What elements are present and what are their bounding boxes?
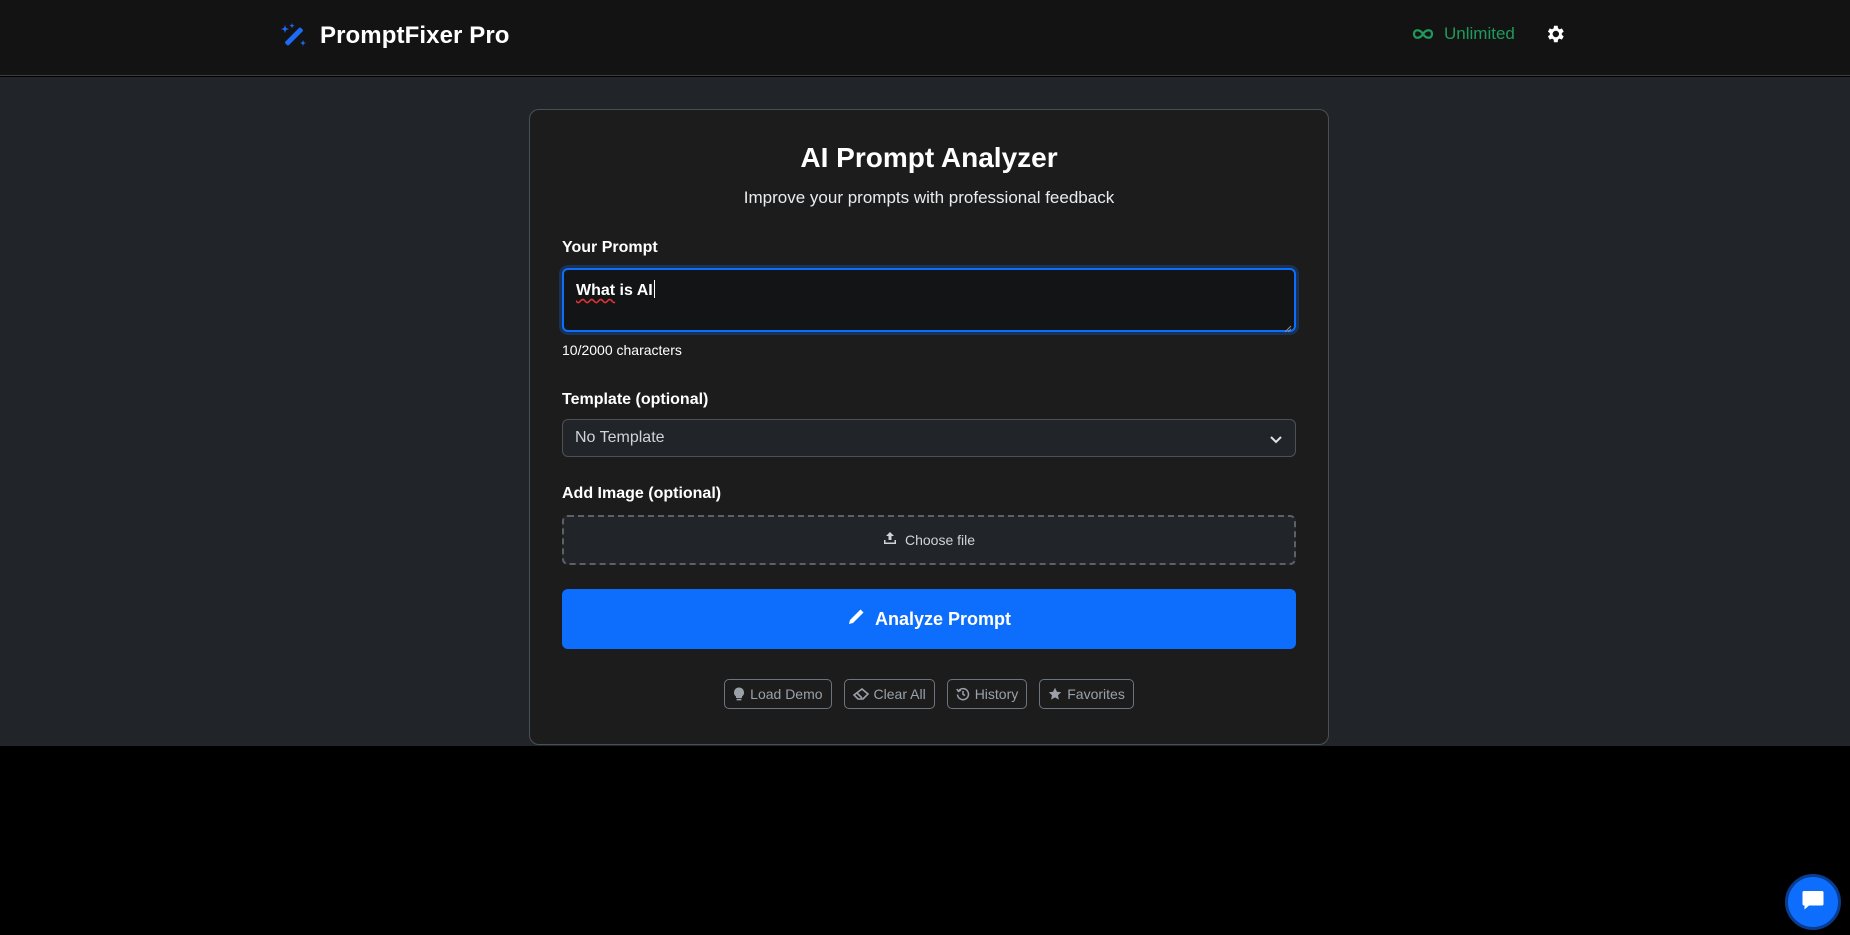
eraser-icon [852, 688, 869, 700]
brand[interactable]: PromptFixer Pro [280, 22, 510, 50]
magic-wand-icon [280, 22, 308, 50]
history-label: History [974, 686, 1019, 702]
prompt-label: Your Prompt [562, 239, 658, 256]
choose-file-label: Choose file [904, 532, 976, 548]
template-select[interactable]: No Template [562, 419, 1296, 457]
image-upload-dropzone[interactable]: Choose file [562, 515, 1296, 565]
brand-name: PromptFixer Pro [320, 22, 510, 49]
history-button[interactable]: History [946, 679, 1028, 709]
settings-button[interactable] [1543, 24, 1567, 48]
page-title: AI Prompt Analyzer [800, 142, 1058, 173]
image-label: Add Image (optional) [562, 485, 722, 502]
analyze-prompt-button[interactable]: Analyze Prompt [562, 589, 1296, 649]
prompt-textarea[interactable]: What is AI [562, 268, 1296, 333]
favorites-label: Favorites [1067, 686, 1125, 702]
plan-status: Unlimited [1412, 24, 1515, 44]
analyzer-card: AI Prompt Analyzer Improve your prompts … [529, 109, 1329, 745]
top-navbar: PromptFixer Pro Unlimited [0, 0, 1850, 76]
star-icon [1048, 687, 1062, 701]
favorites-button[interactable]: Favorites [1039, 679, 1134, 709]
lightbulb-icon [733, 687, 745, 701]
pencil-icon [847, 608, 865, 631]
clear-all-label: Clear All [873, 686, 926, 702]
prompt-text-rest: is AI [615, 282, 653, 299]
infinity-icon [1412, 27, 1434, 41]
prompt-text: What is AI [576, 280, 655, 300]
secondary-actions: Load Demo Clear All History Favorites [530, 679, 1328, 709]
character-count: 10/2000 characters [562, 342, 682, 358]
history-icon [955, 687, 970, 701]
load-demo-label: Load Demo [750, 686, 823, 702]
resize-handle-icon[interactable] [1284, 320, 1292, 333]
chevron-down-icon [1269, 432, 1283, 446]
chat-widget-button[interactable] [1785, 874, 1841, 930]
chat-icon [1801, 889, 1825, 916]
load-demo-button[interactable]: Load Demo [724, 679, 832, 709]
upload-icon [883, 531, 897, 550]
clear-all-button[interactable]: Clear All [843, 679, 935, 709]
analyze-prompt-label: Analyze Prompt [874, 608, 1012, 629]
template-selected-value: No Template [575, 429, 665, 446]
template-label: Template (optional) [562, 391, 709, 408]
plan-label: Unlimited [1444, 24, 1515, 43]
gear-icon [1544, 23, 1566, 50]
page-subtitle: Improve your prompts with professional f… [743, 188, 1115, 207]
prompt-word-misspelled: What [576, 282, 616, 299]
text-caret [653, 280, 655, 298]
